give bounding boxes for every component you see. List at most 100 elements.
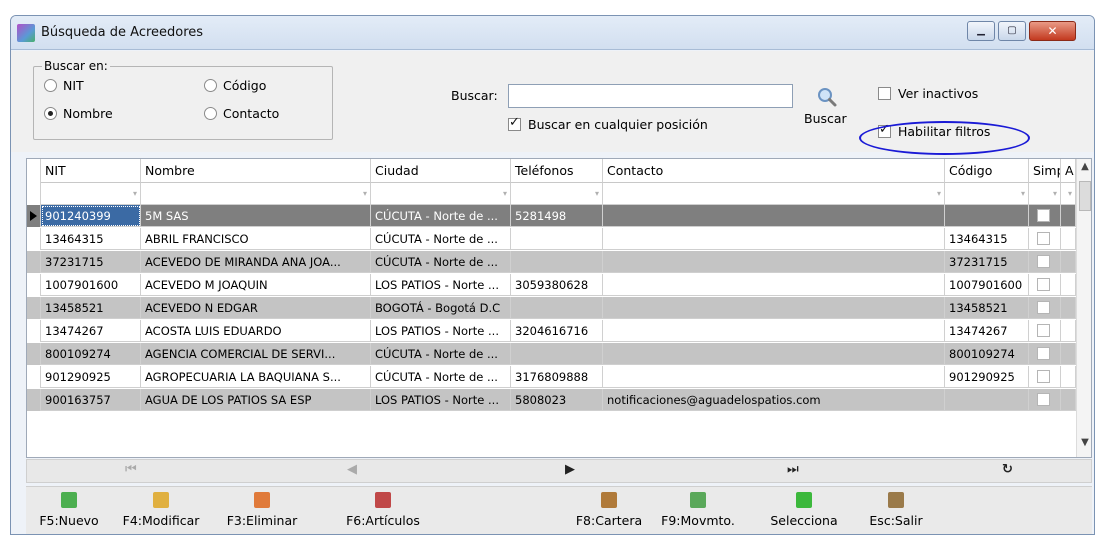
table-row[interactable]: 800109274 AGENCIA COMERCIAL DE SERVI... CÚ… — [27, 343, 1076, 365]
cell-contacto[interactable] — [603, 297, 945, 319]
filter-nombre[interactable] — [141, 183, 371, 205]
col-header-a[interactable]: A — [1061, 159, 1076, 183]
cell-nombre[interactable]: AGROPECUARIA LA BAQUIANA S... — [141, 366, 371, 388]
inactive-check-box[interactable] — [878, 87, 891, 100]
table-row[interactable]: 901240399 5M SAS CÚCUTA - Norte de ... 5281… — [27, 205, 1076, 227]
cell-simp[interactable] — [1029, 274, 1061, 296]
cell-simp[interactable] — [1029, 366, 1061, 388]
selecciona-button[interactable]: Selecciona — [764, 489, 844, 534]
cell-contacto[interactable] — [603, 274, 945, 296]
cell-telefonos[interactable] — [511, 228, 603, 250]
cell-nit[interactable]: 13464315 — [41, 228, 141, 250]
nav-refresh-icon[interactable]: ↻ — [1002, 462, 1013, 477]
inactive-checkbox[interactable]: Ver inactivos — [878, 86, 978, 101]
esc-salir-button[interactable]: Esc:Salir — [860, 489, 932, 534]
cell-a[interactable] — [1061, 274, 1076, 296]
cell-contacto[interactable] — [603, 366, 945, 388]
cell-simp[interactable] — [1029, 228, 1061, 250]
nav-prior-icon[interactable]: ◀ — [347, 462, 357, 477]
table-row[interactable]: 37231715 ACEVEDO DE MIRANDA ANA JOA... CÚC… — [27, 251, 1076, 273]
table-row[interactable]: 13458521 ACEVEDO N EDGAR BOGOTÁ - Bogotá D… — [27, 297, 1076, 319]
radio-codigo-dot[interactable] — [204, 79, 217, 92]
cell-ciudad[interactable]: CÚCUTA - Norte de ... — [371, 343, 511, 365]
simp-checkbox[interactable] — [1037, 347, 1050, 360]
simp-checkbox[interactable] — [1037, 324, 1050, 337]
nav-last-icon[interactable]: ⏭ — [787, 462, 799, 477]
cell-nit[interactable]: 13458521 — [41, 297, 141, 319]
cell-codigo[interactable]: 13464315 — [945, 228, 1029, 250]
search-input[interactable] — [508, 84, 793, 108]
cell-telefonos[interactable] — [511, 251, 603, 273]
cell-nit[interactable]: 901290925 — [41, 366, 141, 388]
filter-contacto[interactable] — [603, 183, 945, 205]
cell-nit[interactable]: 800109274 — [41, 343, 141, 365]
filter-simp[interactable] — [1029, 183, 1061, 205]
nav-first-icon[interactable]: ⏮ — [125, 462, 137, 477]
simp-checkbox[interactable] — [1037, 393, 1050, 406]
f9-movmto-button[interactable]: F9:Movmto. — [658, 489, 738, 534]
cell-telefonos[interactable]: 3204616716 — [511, 320, 603, 342]
cell-contacto[interactable] — [603, 320, 945, 342]
cell-nit[interactable]: 13474267 — [41, 320, 141, 342]
cell-ciudad[interactable]: LOS PATIOS - Norte ... — [371, 274, 511, 296]
cell-codigo[interactable] — [945, 389, 1029, 411]
cell-simp[interactable] — [1029, 205, 1061, 227]
col-header-ciudad[interactable]: Ciudad — [371, 159, 511, 183]
cell-ciudad[interactable]: CÚCUTA - Norte de ... — [371, 228, 511, 250]
radio-nit[interactable]: NIT — [44, 78, 84, 93]
cell-nombre[interactable]: ACEVEDO M JOAQUIN — [141, 274, 371, 296]
simp-checkbox[interactable] — [1037, 232, 1050, 245]
cell-a[interactable] — [1061, 297, 1076, 319]
cell-contacto[interactable] — [603, 343, 945, 365]
simp-checkbox[interactable] — [1037, 301, 1050, 314]
cell-ciudad[interactable]: LOS PATIOS - Norte ... — [371, 389, 511, 411]
cell-simp[interactable] — [1029, 297, 1061, 319]
cell-simp[interactable] — [1029, 320, 1061, 342]
filter-a[interactable] — [1061, 183, 1076, 205]
anywhere-checkbox[interactable]: Buscar en cualquier posición — [508, 115, 708, 132]
radio-nit-dot[interactable] — [44, 79, 57, 92]
f8-cartera-button[interactable]: F8:Cartera — [574, 489, 644, 534]
search-button[interactable]: Buscar — [804, 111, 847, 126]
table-row[interactable]: 1007901600 ACEVEDO M JOAQUIN LOS PATIOS - … — [27, 274, 1076, 296]
cell-a[interactable] — [1061, 228, 1076, 250]
cell-nombre[interactable]: AGUA DE LOS PATIOS SA ESP — [141, 389, 371, 411]
minimize-button[interactable]: ▁ — [967, 21, 995, 41]
col-header-codigo[interactable]: Código — [945, 159, 1029, 183]
cell-a[interactable] — [1061, 389, 1076, 411]
simp-checkbox[interactable] — [1037, 370, 1050, 383]
col-header-nit[interactable]: NIT — [41, 159, 141, 183]
cell-a[interactable] — [1061, 366, 1076, 388]
anywhere-check-box[interactable] — [508, 115, 521, 131]
cell-contacto[interactable] — [603, 251, 945, 273]
col-header-contacto[interactable]: Contacto — [603, 159, 945, 183]
cell-a[interactable] — [1061, 343, 1076, 365]
cell-contacto[interactable] — [603, 228, 945, 250]
cell-nombre[interactable]: ACEVEDO DE MIRANDA ANA JOA... — [141, 251, 371, 273]
cell-simp[interactable] — [1029, 251, 1061, 273]
f5-nuevo-button[interactable]: F5:Nuevo — [34, 489, 104, 534]
filter-ciudad[interactable] — [371, 183, 511, 205]
maximize-button[interactable]: ▢ — [998, 21, 1026, 41]
cell-nit[interactable]: 900163757 — [41, 389, 141, 411]
cell-telefonos[interactable]: 5808023 — [511, 389, 603, 411]
f4-modificar-button[interactable]: F4:Modificar — [121, 489, 201, 534]
table-row[interactable]: 901290925 AGROPECUARIA LA BAQUIANA S... CÚ… — [27, 366, 1076, 388]
table-row[interactable]: 13464315 ABRIL FRANCISCO CÚCUTA - Norte de… — [27, 228, 1076, 250]
cell-contacto[interactable]: notificaciones@aguadelospatios.com — [603, 389, 945, 411]
f3-eliminar-button[interactable]: F3:Eliminar — [226, 489, 298, 534]
cell-a[interactable] — [1061, 205, 1076, 227]
cell-codigo[interactable]: 1007901600 — [945, 274, 1029, 296]
cell-telefonos[interactable] — [511, 343, 603, 365]
col-header-simp[interactable]: Simp — [1029, 159, 1061, 183]
cell-a[interactable] — [1061, 251, 1076, 273]
cell-simp[interactable] — [1029, 343, 1061, 365]
radio-codigo[interactable]: Código — [204, 78, 266, 93]
cell-codigo[interactable]: 13474267 — [945, 320, 1029, 342]
cell-nombre[interactable]: AGENCIA COMERCIAL DE SERVI... — [141, 343, 371, 365]
cell-codigo[interactable]: 13458521 — [945, 297, 1029, 319]
cell-ciudad[interactable]: LOS PATIOS - Norte ... — [371, 320, 511, 342]
cell-codigo[interactable]: 37231715 — [945, 251, 1029, 273]
col-header-nombre[interactable]: Nombre — [141, 159, 371, 183]
filter-nit[interactable] — [41, 183, 141, 205]
